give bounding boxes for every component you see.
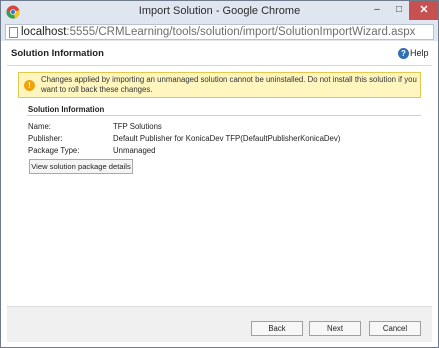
help-icon[interactable]: ? <box>398 48 409 59</box>
name-value: TFP Solutions <box>113 122 162 131</box>
back-button[interactable]: Back <box>251 321 303 336</box>
publisher-value: Default Publisher for KonicaDev TFP(Defa… <box>113 134 341 143</box>
dialog-content: Solution Information ? Help ! Changes ap… <box>7 42 432 342</box>
url-path: :5555/CRMLearning/tools/solution/import/… <box>66 26 416 38</box>
package-type-label: Package Type: <box>28 146 80 155</box>
cancel-button[interactable]: Cancel <box>369 321 421 336</box>
close-button[interactable]: ✕ <box>409 1 438 20</box>
address-bar: localhost:5555/CRMLearning/tools/solutio… <box>1 23 438 41</box>
url-text: localhost:5555/CRMLearning/tools/solutio… <box>21 25 415 39</box>
browser-window: Import Solution - Google Chrome – □ ✕ lo… <box>0 0 439 348</box>
url-field[interactable]: localhost:5555/CRMLearning/tools/solutio… <box>5 24 434 40</box>
page-icon <box>9 27 18 38</box>
page-title: Solution Information <box>11 48 104 59</box>
next-button[interactable]: Next <box>309 321 361 336</box>
url-host: localhost <box>21 26 67 38</box>
package-type-value: Unmanaged <box>113 146 156 155</box>
name-label: Name: <box>28 122 51 131</box>
warning-banner: ! Changes applied by importing an unmana… <box>18 72 421 98</box>
maximize-button[interactable]: □ <box>387 1 411 20</box>
warning-text: Changes applied by importing an unmanage… <box>41 75 417 94</box>
dialog-header: Solution Information ? Help <box>7 42 432 66</box>
view-details-button[interactable]: View solution package details <box>29 159 133 174</box>
minimize-button[interactable]: – <box>365 1 389 20</box>
dialog-footer: Back Next Cancel <box>7 306 432 342</box>
section-divider <box>27 115 421 116</box>
publisher-label: Publisher: <box>28 134 63 143</box>
warning-icon: ! <box>24 80 35 91</box>
help-link[interactable]: Help <box>410 48 429 58</box>
section-title: Solution Information <box>28 105 105 114</box>
title-bar: Import Solution - Google Chrome – □ ✕ <box>1 1 438 23</box>
